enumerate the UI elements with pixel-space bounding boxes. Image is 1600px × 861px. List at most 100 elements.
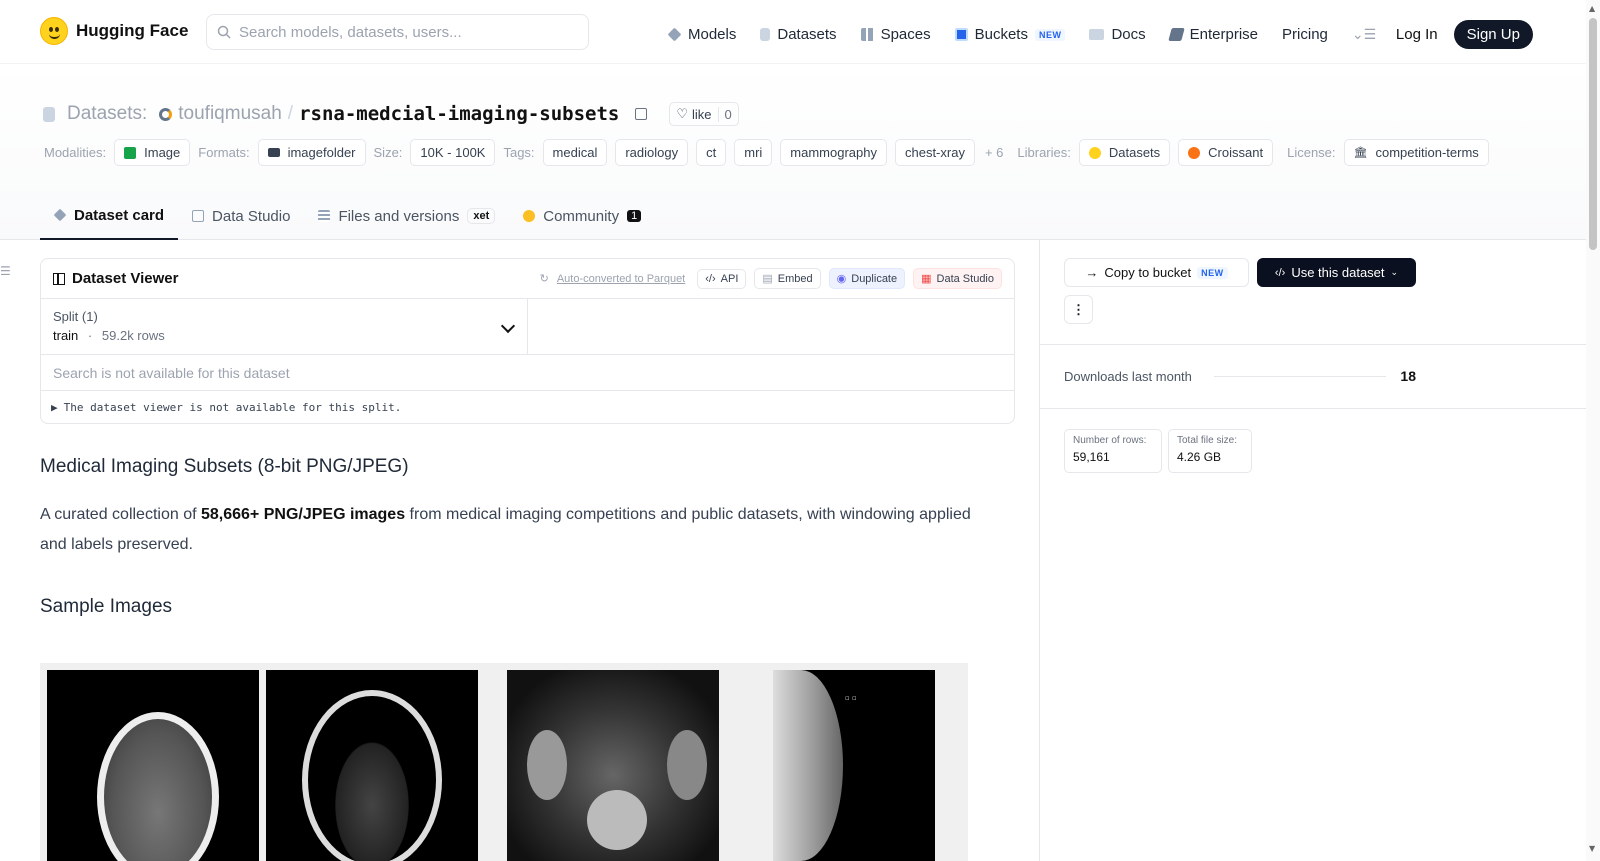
global-search[interactable] — [206, 14, 589, 50]
data-studio-button[interactable]: ▦ Data Studio — [913, 268, 1002, 289]
nav-links: Models Datasets Spaces Buckets NEW Docs … — [667, 20, 1533, 49]
scroll-up-icon[interactable]: ▲ — [1589, 4, 1595, 13]
tab-dataset-card[interactable]: Dataset card — [40, 192, 179, 240]
nav-spaces[interactable]: Spaces — [860, 26, 931, 43]
nav-datasets-label: Datasets — [777, 26, 837, 43]
nav-models[interactable]: Models — [667, 26, 737, 43]
arrow-right-icon: → — [1085, 265, 1099, 280]
intro-text-start: A curated collection of — [40, 506, 201, 523]
duplicate-button[interactable]: ◉ Duplicate — [828, 268, 906, 289]
tab-label: Data Studio — [212, 207, 291, 225]
tag-imagefolder[interactable]: imagefolder — [257, 139, 366, 166]
repo-name[interactable]: rsna-medcial-imaging-subsets — [299, 103, 619, 125]
duplicate-label: Duplicate — [851, 272, 898, 285]
downloads-label: Downloads last month — [1064, 368, 1192, 384]
tag-radiology[interactable]: radiology — [615, 139, 689, 166]
tag-ct[interactable]: ct — [696, 139, 727, 166]
image-icon — [124, 146, 137, 159]
size-value: 4.26 GB — [1177, 450, 1222, 464]
bank-icon: 🏛 — [1353, 147, 1368, 159]
copy-bucket-label: Copy to bucket — [1104, 265, 1192, 280]
tag-chest-xray[interactable]: chest-xray — [894, 139, 975, 166]
datasets-crumb[interactable]: Datasets: — [67, 103, 147, 125]
more-options-button[interactable]: ⋮ — [1064, 295, 1093, 324]
copy-to-bucket-button[interactable]: → Copy to bucket NEW — [1064, 258, 1249, 287]
tab-label: Community — [543, 207, 620, 225]
tab-data-studio[interactable]: Data Studio — [178, 192, 304, 240]
nav-datasets[interactable]: Datasets — [760, 26, 837, 43]
formats-label: Formats: — [198, 145, 250, 160]
divider — [1040, 408, 1587, 409]
ct-head-image — [47, 670, 259, 861]
copy-icon[interactable] — [635, 108, 648, 120]
community-icon — [523, 210, 536, 222]
book-icon — [1089, 29, 1105, 40]
chevron-down-icon: ⌄ — [1390, 267, 1399, 277]
hugging-face-icon — [1088, 146, 1101, 159]
cube-icon — [667, 27, 682, 42]
intro-bold-count: 58,666+ PNG/JPEG images — [200, 506, 406, 523]
nav-pricing[interactable]: Pricing — [1282, 26, 1328, 43]
auto-converted-link[interactable]: Auto-converted to Parquet — [557, 273, 685, 285]
unavailable-message: The dataset viewer is not available for … — [63, 400, 402, 414]
data-studio-icon: ▦ — [921, 273, 932, 285]
size-label: Total file size: — [1177, 435, 1238, 446]
tab-label: Dataset card — [74, 206, 165, 224]
viewer-search-disabled: Search is not available for this dataset — [41, 355, 1014, 391]
tag-library-datasets[interactable]: Datasets — [1078, 139, 1171, 166]
top-navbar: Hugging Face Models Datasets Spaces Buck… — [0, 0, 1586, 64]
nav-docs[interactable]: Docs — [1089, 26, 1146, 43]
file-size-stat: Total file size: 4.26 GB — [1168, 429, 1252, 473]
search-input[interactable] — [239, 23, 569, 41]
tag-medical[interactable]: medical — [542, 139, 608, 166]
nav-enterprise[interactable]: Enterprise — [1167, 26, 1258, 43]
embed-label: Embed — [777, 272, 813, 285]
viewer-actions: ↻ Auto-converted to Parquet ‹/› API ▤ Embe… — [540, 268, 1002, 289]
nav-models-label: Models — [688, 26, 737, 43]
libraries-label: Libraries: — [1017, 145, 1071, 160]
scroll-down-icon[interactable]: ▼ — [1589, 844, 1595, 853]
tags-row: Modalities: Image Formats: imagefolder S… — [44, 139, 1497, 166]
samples-heading: Sample Images — [40, 596, 173, 617]
tag-image[interactable]: Image — [114, 139, 191, 166]
split-row: Split (1) train · 59.2k rows — [41, 299, 1014, 355]
caret-right-icon: ▶ — [51, 400, 58, 414]
more-tags-link[interactable]: + 6 — [985, 145, 1003, 160]
login-button[interactable]: Log In — [1396, 26, 1438, 43]
tab-label: Files and versions — [338, 207, 460, 225]
toc-toggle-icon[interactable]: ☰ — [0, 264, 11, 278]
brand-logo[interactable]: Hugging Face — [40, 17, 188, 45]
right-sidebar: → Copy to bucket NEW ‹/› Use this datase… — [1039, 240, 1587, 861]
breadcrumb-separator: / — [287, 103, 294, 124]
mri-spine-image — [507, 670, 719, 861]
viewer-title: Dataset Viewer — [53, 270, 178, 287]
api-button[interactable]: ‹/› API — [697, 268, 747, 289]
like-button[interactable]: ♡ like 0 — [669, 102, 739, 126]
more-menu-icon[interactable]: ⌄☰ — [1352, 27, 1376, 43]
divider — [1040, 344, 1587, 345]
embed-button[interactable]: ▤ Embed — [754, 268, 821, 289]
card-title: Medical Imaging Subsets (8-bit PNG/JPEG) — [40, 456, 409, 477]
nav-spaces-label: Spaces — [880, 26, 931, 43]
owner-link[interactable]: toufiqmusah — [178, 103, 282, 125]
license-label: License: — [1287, 145, 1336, 160]
page-scrollbar[interactable]: ▲ ▼ — [1586, 0, 1600, 861]
tag-size[interactable]: 10K - 100K — [410, 139, 496, 166]
tab-files-and-versions[interactable]: Files and versions xet — [304, 192, 509, 240]
tag-label-text: imagefolder — [287, 145, 356, 160]
croissant-icon — [1188, 146, 1201, 159]
repo-header: Datasets: toufiqmusah / rsna-medcial-ima… — [0, 64, 1586, 240]
nav-buckets[interactable]: Buckets NEW — [954, 26, 1066, 43]
scroll-thumb[interactable] — [1589, 18, 1597, 250]
tag-license[interactable]: 🏛 competition-terms — [1343, 139, 1489, 166]
tag-library-croissant[interactable]: Croissant — [1178, 139, 1274, 166]
modalities-label: Modalities: — [44, 145, 107, 160]
viewer-unavailable-details[interactable]: ▶ The dataset viewer is not available fo… — [41, 391, 1014, 423]
signup-button[interactable]: Sign Up — [1453, 20, 1533, 49]
search-icon — [217, 25, 231, 39]
tab-community[interactable]: Community 1 — [509, 192, 655, 240]
tag-mammography[interactable]: mammography — [780, 139, 887, 166]
tag-mri[interactable]: mri — [734, 139, 773, 166]
use-this-dataset-button[interactable]: ‹/› Use this dataset ⌄ — [1257, 258, 1416, 287]
split-selector[interactable]: Split (1) train · 59.2k rows — [41, 299, 528, 354]
